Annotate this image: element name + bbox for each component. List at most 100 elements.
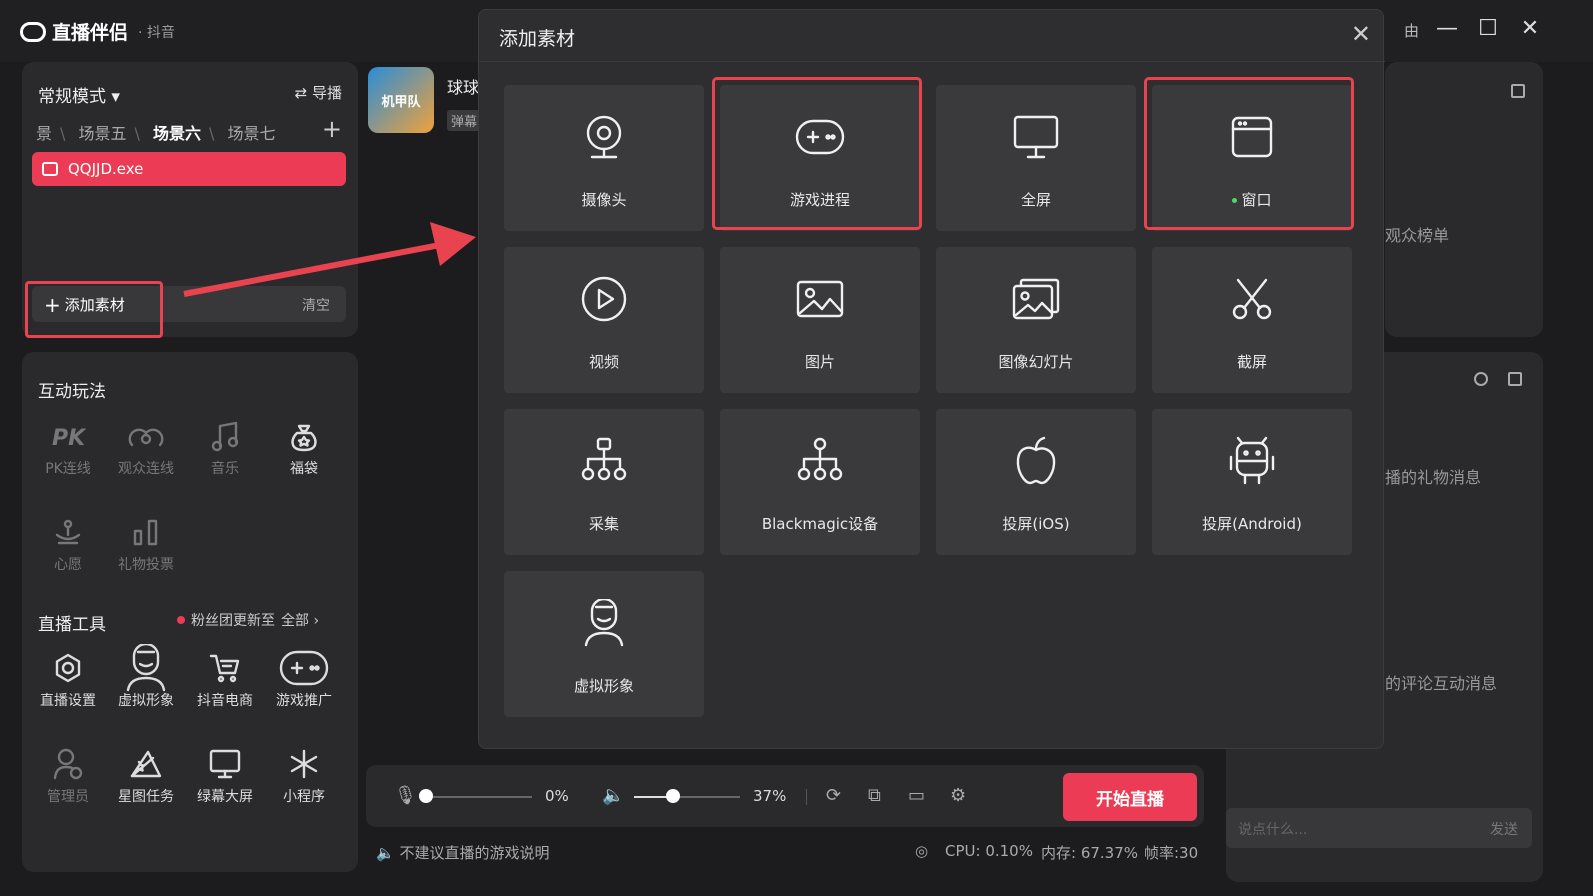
- admin-icon: [28, 748, 108, 780]
- tool-item[interactable]: 礼物投票: [106, 516, 186, 574]
- game-thumbnail[interactable]: 机甲队: [368, 67, 434, 133]
- divider: [806, 789, 807, 805]
- speaker-muted-icon[interactable]: 🔈: [602, 785, 624, 806]
- source-tile-text: 投屏(iOS): [1002, 515, 1070, 533]
- send-button[interactable]: 发送: [1490, 819, 1518, 839]
- start-live-button[interactable]: 开始直播: [1063, 773, 1197, 821]
- audience-link-icon: [106, 420, 186, 452]
- refresh-icon[interactable]: ⟳: [826, 785, 841, 806]
- source-tile[interactable]: 采集: [504, 409, 704, 555]
- source-tile[interactable]: 截屏: [1152, 247, 1352, 393]
- screen-mirror-icon[interactable]: ⧉: [868, 785, 881, 806]
- source-tile[interactable]: 全屏: [936, 85, 1136, 231]
- tool-item[interactable]: 观众连线: [106, 420, 186, 478]
- maximize-button[interactable]: ☐: [1473, 16, 1503, 41]
- tools-title: 直播工具: [38, 615, 106, 635]
- settings-icon[interactable]: ⚙: [950, 785, 966, 806]
- popout-icon[interactable]: [1508, 372, 1522, 386]
- minimize-button[interactable]: —: [1432, 16, 1462, 41]
- source-tile[interactable]: 图片: [720, 247, 920, 393]
- mic-muted-icon[interactable]: 🎙: [394, 785, 417, 806]
- all-tools-link[interactable]: 全部 ›: [281, 610, 319, 630]
- source-tile[interactable]: 图像幻灯片: [936, 247, 1136, 393]
- platform-label: · 抖音: [138, 24, 175, 41]
- add-scene-button[interactable]: +: [322, 115, 342, 143]
- source-tile[interactable]: 虚拟形象: [504, 571, 704, 717]
- tool-item[interactable]: 小程序: [264, 748, 344, 806]
- popout-icon[interactable]: [1511, 84, 1525, 98]
- source-tile[interactable]: 窗口: [1152, 85, 1352, 231]
- tool-item[interactable]: 福袋: [264, 420, 344, 478]
- tool-item-label: 心愿: [54, 557, 82, 573]
- android-icon: [1152, 436, 1352, 485]
- settings-icon[interactable]: [1474, 372, 1488, 386]
- source-tile[interactable]: 摄像头: [504, 85, 704, 231]
- source-tile-label: 游戏进程: [720, 189, 920, 210]
- scene-separator: \: [209, 124, 215, 143]
- gamepad-icon: [264, 650, 344, 686]
- mic-volume-slider[interactable]: [426, 796, 532, 798]
- mode-selector[interactable]: 常规模式 ▾: [38, 82, 120, 107]
- source-tile[interactable]: 投屏(Android): [1152, 409, 1352, 555]
- source-tile[interactable]: Blackmagic设备: [720, 409, 920, 555]
- source-tile-label: 图像幻灯片: [936, 351, 1136, 372]
- capture-tree-icon: [504, 437, 704, 485]
- source-tile[interactable]: 视频: [504, 247, 704, 393]
- fans-update-notice[interactable]: 粉丝团更新至 全部 ›: [177, 610, 319, 630]
- source-tile-text: 摄像头: [581, 191, 627, 209]
- tool-item[interactable]: 管理员: [28, 748, 108, 806]
- tool-item[interactable]: PK PK连线: [28, 420, 108, 478]
- tool-item[interactable]: 星图任务: [106, 748, 186, 806]
- wish-icon: [28, 516, 108, 548]
- game-tip[interactable]: 🔈 不建议直播的游戏说明: [376, 842, 549, 863]
- tool-item[interactable]: 音乐: [185, 420, 265, 478]
- app-logo: 直播伴侣 · 抖音: [20, 18, 175, 45]
- scene-separator: \: [134, 124, 140, 143]
- clear-sources-button[interactable]: 清空: [302, 295, 330, 315]
- source-tile-label: 截屏: [1152, 351, 1352, 372]
- mic-volume-knob[interactable]: [419, 789, 433, 803]
- close-window-button[interactable]: ✕: [1515, 16, 1545, 41]
- arrow-head: [430, 222, 476, 266]
- tool-item-label: 礼物投票: [118, 557, 174, 573]
- settings-icon: [28, 652, 108, 684]
- scene-tab-active[interactable]: 场景六: [153, 124, 201, 143]
- source-tile-text: 虚拟形象: [573, 677, 634, 695]
- titlebar-partial-text: 由: [1404, 22, 1420, 40]
- mic-percent: 0%: [545, 787, 569, 805]
- source-tile[interactable]: 投屏(iOS): [936, 409, 1136, 555]
- dialog-close-button[interactable]: ✕: [1351, 20, 1371, 48]
- tool-item[interactable]: 抖音电商: [185, 652, 265, 710]
- tool-item-label: 管理员: [47, 789, 89, 805]
- tool-item[interactable]: 绿幕大屏: [185, 748, 265, 806]
- tool-item-label: 星图任务: [118, 789, 174, 805]
- tool-item[interactable]: 虚拟形象: [106, 644, 186, 710]
- source-tile-text: Blackmagic设备: [761, 515, 879, 533]
- chat-input-box[interactable]: 说点什么... 发送: [1226, 808, 1532, 848]
- scene-tab[interactable]: 场景五: [79, 124, 127, 143]
- avatar-icon: [106, 644, 186, 692]
- source-tile-text: 图片: [804, 353, 835, 371]
- tool-item[interactable]: 游戏推广: [264, 650, 344, 710]
- source-tile[interactable]: 游戏进程: [720, 85, 920, 231]
- logo-ring-icon: [20, 21, 46, 42]
- speaker-volume-knob[interactable]: [666, 789, 681, 803]
- tool-item[interactable]: 心愿: [28, 516, 108, 574]
- chat-input-placeholder: 说点什么...: [1238, 822, 1308, 838]
- tool-item-label: 虚拟形象: [118, 693, 174, 709]
- video-camera-icon[interactable]: ▭: [908, 785, 925, 806]
- lucky-bag-icon: [264, 420, 344, 452]
- audience-rank-panel: 观众榜单: [1385, 62, 1543, 337]
- scene-separator: \: [60, 124, 66, 143]
- director-switch-button[interactable]: ⇄ 导播: [295, 82, 342, 103]
- dialog-title: 添加素材: [499, 28, 576, 50]
- scene-tab[interactable]: 景: [36, 124, 52, 143]
- tool-item-label: 音乐: [211, 461, 239, 477]
- source-tile-text: 投屏(Android): [1202, 515, 1302, 533]
- source-tile-label: 投屏(iOS): [936, 513, 1136, 534]
- scene-tab[interactable]: 场景七: [228, 124, 276, 143]
- avatar-icon: [504, 599, 704, 647]
- game-thumb-text: 机甲队: [381, 94, 421, 110]
- tool-item[interactable]: 直播设置: [28, 652, 108, 710]
- source-item[interactable]: QQJJD.exe: [32, 152, 346, 186]
